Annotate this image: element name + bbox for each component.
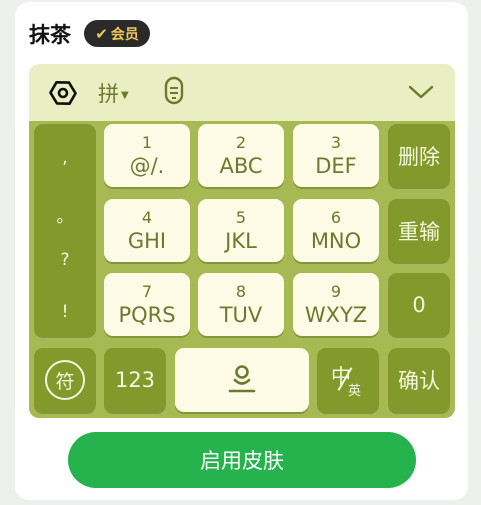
key-letters: GHI: [127, 228, 167, 253]
key-number: 4: [141, 207, 153, 227]
punct-question[interactable]: ?: [34, 250, 96, 270]
punctuation-key-column[interactable]: , 。 ? !: [34, 124, 96, 336]
key-3[interactable]: 3 DEF: [293, 124, 379, 187]
key-number: 5: [235, 207, 247, 227]
vip-badge: ✔ 会员: [84, 20, 150, 47]
key-letters: DEF: [315, 153, 357, 178]
key-letters: WXYZ: [304, 302, 368, 327]
confirm-key-label: 确认: [398, 369, 440, 393]
key-1[interactable]: 1 @/.: [104, 124, 190, 187]
key-6[interactable]: 6 MNO: [293, 199, 379, 262]
lang-switch-key[interactable]: 中 英: [317, 348, 379, 412]
key-number: 3: [330, 132, 342, 152]
caret-down-icon: ▼: [121, 89, 129, 101]
numeric-key[interactable]: 123: [104, 348, 166, 412]
delete-key-label: 删除: [398, 144, 440, 169]
key-letters: JKL: [225, 228, 257, 253]
skin-title: 抹茶: [29, 23, 71, 47]
zero-key-label: 0: [412, 292, 426, 317]
space-voice-key[interactable]: [175, 348, 309, 412]
lang-switch-label: 中 英: [328, 360, 368, 400]
reenter-key[interactable]: 重输: [388, 199, 450, 262]
vip-check-icon: ✔: [95, 24, 108, 43]
lang-sub-label: 英: [348, 384, 362, 399]
punct-period[interactable]: 。: [34, 202, 96, 227]
delete-key[interactable]: 删除: [388, 124, 450, 187]
key-number: 1: [141, 132, 153, 152]
symbol-circle: 符: [45, 360, 85, 400]
keyboard-toolbar: [29, 64, 455, 121]
punct-exclaim[interactable]: !: [34, 302, 96, 322]
voice-mic-icon[interactable]: [160, 76, 188, 108]
key-4[interactable]: 4 GHI: [104, 199, 190, 262]
apply-skin-button[interactable]: 启用皮肤: [68, 432, 416, 488]
key-letters: TUV: [219, 302, 263, 327]
collapse-chevron-icon[interactable]: [407, 83, 435, 101]
zero-key[interactable]: 0: [388, 273, 450, 336]
settings-hexagon-icon[interactable]: [48, 78, 78, 108]
confirm-key[interactable]: 确认: [388, 348, 450, 412]
reenter-key-label: 重输: [398, 219, 440, 244]
key-letters: ABC: [219, 153, 263, 178]
key-number: 2: [235, 132, 247, 152]
key-letters: MNO: [310, 228, 362, 253]
key-number: 8: [235, 281, 247, 301]
key-number: 7: [141, 281, 153, 301]
key-letters: @/.: [129, 153, 165, 178]
symbol-key[interactable]: 符: [34, 348, 96, 412]
key-9[interactable]: 9 WXYZ: [293, 273, 379, 336]
key-5[interactable]: 5 JKL: [198, 199, 284, 262]
key-number: 9: [330, 281, 342, 301]
numeric-key-label: 123: [114, 368, 156, 392]
key-2[interactable]: 2 ABC: [198, 124, 284, 187]
key-8[interactable]: 8 TUV: [198, 273, 284, 336]
punct-comma[interactable]: ,: [34, 148, 96, 168]
voice-space-icon: [228, 365, 256, 393]
vip-badge-label: 会员: [110, 26, 139, 43]
input-mode-label: 拼: [98, 82, 119, 106]
key-letters: PQRS: [118, 302, 176, 327]
input-mode-toggle[interactable]: 拼 ▼: [98, 78, 129, 108]
key-number: 6: [330, 207, 342, 227]
key-7[interactable]: 7 PQRS: [104, 273, 190, 336]
